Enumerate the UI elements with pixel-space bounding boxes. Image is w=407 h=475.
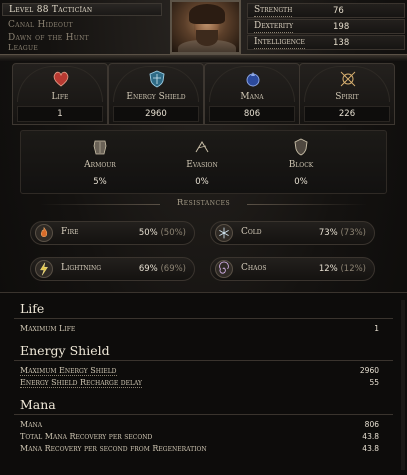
defence-label: Evasion	[186, 160, 218, 170]
defence-block[interactable]: Block 0%	[251, 133, 351, 191]
energy-shield-icon	[149, 70, 165, 88]
character-portrait	[170, 0, 241, 54]
mana-icon	[246, 72, 260, 87]
defence-label: Armour	[84, 160, 116, 170]
resource-value: 2960	[145, 109, 167, 119]
stat-row: Maximum Life 1	[20, 323, 379, 334]
resistance-cold[interactable]: Cold 73% (73%)	[210, 221, 375, 245]
resistance-cap: (50%)	[160, 228, 186, 238]
stat-row: Energy Shield Recharge delay 55	[20, 377, 379, 388]
resource-label: Mana	[240, 92, 264, 102]
resistance-value: 12%	[318, 264, 338, 274]
stat-label: Maximum Life	[20, 324, 76, 333]
stat-row: Mana 806	[20, 419, 379, 430]
stat-label: Mana	[20, 420, 43, 429]
section-title-life: Life	[20, 301, 45, 316]
resistance-cap: (73%)	[340, 228, 366, 238]
resource-energy-shield[interactable]: Energy Shield 2960	[108, 63, 204, 125]
attribute-value: 198	[333, 22, 350, 32]
resistance-name: Fire	[61, 227, 79, 237]
resistance-lightning[interactable]: Lightning 69% (69%)	[30, 257, 195, 281]
attribute-intelligence[interactable]: Intelligence 138	[247, 35, 405, 50]
stat-value: 806	[364, 420, 379, 429]
resource-label: Life	[51, 92, 69, 102]
stat-label: Mana Recovery per second from Regenerati…	[20, 444, 207, 453]
spirit-icon	[340, 71, 356, 87]
defence-value: 5%	[93, 177, 107, 187]
resource-value: 226	[338, 109, 356, 119]
resistance-value: 69%	[138, 264, 158, 274]
resistance-name: Cold	[241, 227, 262, 237]
resistance-cap: (12%)	[340, 264, 366, 274]
stat-label: Maximum Energy Shield	[20, 366, 117, 376]
header-divider	[0, 54, 407, 62]
stat-row: Total Mana Recovery per second 43.8	[20, 431, 379, 442]
defence-evasion[interactable]: Evasion 0%	[152, 133, 252, 191]
stat-row: Mana Recovery per second from Regenerati…	[20, 443, 379, 454]
resistances-heading: Resistances	[0, 198, 407, 208]
attribute-value: 138	[333, 38, 350, 48]
evasion-icon	[195, 141, 209, 153]
defence-label: Block	[288, 160, 314, 170]
resource-spirit[interactable]: Spirit 226	[299, 63, 395, 125]
resource-label: Energy Shield	[126, 92, 186, 102]
defence-value: 0%	[294, 177, 308, 187]
resource-mana[interactable]: Mana 806	[204, 63, 300, 125]
stat-value: 43.8	[362, 444, 379, 453]
stat-row: Maximum Energy Shield 2960	[20, 365, 379, 376]
defence-value: 0%	[195, 177, 209, 187]
lightning-icon	[35, 260, 53, 278]
league-name-suffix: League	[8, 43, 39, 52]
stat-value: 55	[369, 378, 379, 387]
section-title-energy-shield: Energy Shield	[20, 343, 110, 358]
stat-value: 43.8	[362, 432, 379, 441]
attribute-strength[interactable]: Strength 76	[247, 3, 405, 18]
section-title-mana: Mana	[20, 397, 56, 412]
block-icon	[294, 138, 308, 156]
resistance-name: Chaos	[241, 263, 267, 273]
resource-life[interactable]: Life 1	[12, 63, 108, 125]
cold-icon	[215, 224, 233, 242]
details-scrollbar[interactable]	[401, 300, 405, 470]
armour-icon	[93, 140, 107, 155]
defence-armour[interactable]: Armour 5%	[50, 133, 150, 191]
chaos-icon	[215, 260, 233, 278]
resource-label: Spirit	[335, 92, 359, 102]
stat-label: Total Mana Recovery per second	[20, 432, 153, 441]
stat-value: 1	[374, 324, 379, 333]
character-stats-panel: Level 88 Tacticīan Canal Hideout Dawn of…	[0, 0, 407, 475]
resistance-chaos[interactable]: Chaos 12% (12%)	[210, 257, 375, 281]
heart-icon	[53, 71, 69, 87]
fire-icon	[35, 224, 53, 242]
resistance-value: 50%	[138, 228, 158, 238]
attribute-name: Dexterity	[254, 21, 294, 33]
attribute-name: Intelligence	[254, 37, 305, 49]
resistance-cap: (69%)	[160, 264, 186, 274]
attribute-dexterity[interactable]: Dexterity 198	[247, 19, 405, 34]
resistance-fire[interactable]: Fire 50% (50%)	[30, 221, 195, 245]
resistance-name: Lightning	[61, 263, 102, 273]
resource-value: 1	[57, 109, 63, 119]
character-level-class: Level 88 Tacticīan	[2, 3, 162, 16]
resource-value: 806	[243, 109, 261, 119]
resistance-value: 73%	[318, 228, 338, 238]
current-area: Canal Hideout	[8, 20, 73, 30]
stat-details-list[interactable]: Life Maximum Life 1 Energy Shield Maximu…	[0, 292, 407, 475]
stat-label: Energy Shield Recharge delay	[20, 378, 142, 388]
character-info: Level 88 Tacticīan Canal Hideout Dawn of…	[0, 0, 168, 54]
attribute-value: 76	[333, 6, 344, 16]
stat-value: 2960	[359, 366, 379, 375]
attribute-name: Strength	[254, 5, 293, 17]
